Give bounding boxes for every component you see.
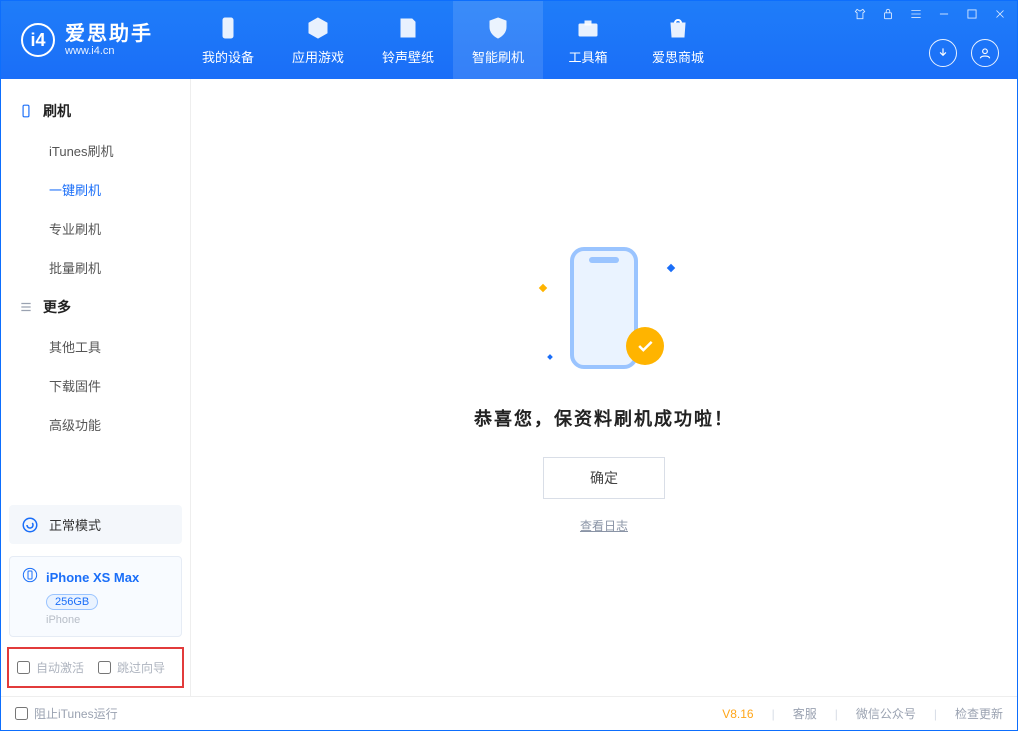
nav-store[interactable]: 爱思商城	[633, 1, 723, 79]
nav-label: 智能刷机	[472, 47, 524, 66]
checkbox-input[interactable]	[17, 661, 30, 674]
sidebar: 刷机 iTunes刷机 一键刷机 专业刷机 批量刷机 更多 其他工具 下载固件 …	[1, 79, 191, 696]
phone-circle-icon	[22, 567, 38, 588]
status-bar: 阻止iTunes运行 V8.16 | 客服 | 微信公众号 | 检查更新	[1, 696, 1017, 730]
heading-label: 刷机	[43, 101, 71, 121]
device-icon	[215, 15, 241, 41]
titlebar: i4 爱思助手 www.i4.cn 我的设备 应用游戏 铃声壁纸 智能刷机	[1, 1, 1017, 79]
checkbox-label: 阻止iTunes运行	[34, 705, 118, 722]
nav-my-device[interactable]: 我的设备	[183, 1, 273, 79]
logo-badge-icon: i4	[21, 23, 55, 57]
status-link-update[interactable]: 检查更新	[955, 705, 1003, 722]
success-illustration	[534, 241, 674, 381]
device-type: iPhone	[46, 614, 169, 626]
header-actions	[929, 39, 999, 67]
app-logo: i4 爱思助手 www.i4.cn	[1, 1, 173, 79]
minimize-button[interactable]	[935, 5, 953, 23]
close-button[interactable]	[991, 5, 1009, 23]
list-icon	[19, 300, 33, 314]
device-capacity-chip: 256GB	[46, 594, 98, 610]
app-window: i4 爱思助手 www.i4.cn 我的设备 应用游戏 铃声壁纸 智能刷机	[0, 0, 1018, 731]
shield-refresh-icon	[485, 15, 511, 41]
shopping-bag-icon	[665, 15, 691, 41]
checkbox-stop-itunes[interactable]: 阻止iTunes运行	[15, 705, 118, 722]
sidebar-sections: 刷机 iTunes刷机 一键刷机 专业刷机 批量刷机 更多 其他工具 下载固件 …	[1, 79, 190, 497]
checkbox-auto-activate[interactable]: 自动激活	[17, 659, 84, 676]
nav-label: 爱思商城	[652, 47, 704, 66]
nav-label: 铃声壁纸	[382, 47, 434, 66]
account-button[interactable]	[971, 39, 999, 67]
app-title-cn: 爱思助手	[65, 23, 153, 45]
connected-device-card[interactable]: iPhone XS Max 256GB iPhone	[9, 556, 182, 637]
sparkle-icon	[667, 264, 675, 272]
sparkle-icon	[547, 354, 553, 360]
version-label: V8.16	[722, 707, 753, 721]
nav-toolbox[interactable]: 工具箱	[543, 1, 633, 79]
shirt-icon[interactable]	[851, 5, 869, 23]
cube-icon	[305, 15, 331, 41]
nav-label: 工具箱	[568, 47, 607, 66]
success-headline: 恭喜您，保资料刷机成功啦！	[474, 405, 734, 431]
sidebar-item-pro-flash[interactable]: 专业刷机	[1, 209, 190, 248]
refresh-circle-icon	[21, 516, 39, 534]
window-controls	[851, 5, 1009, 23]
nav-label: 我的设备	[202, 47, 254, 66]
lock-icon[interactable]	[879, 5, 897, 23]
sparkle-icon	[539, 284, 547, 292]
sidebar-item-other-tools[interactable]: 其他工具	[1, 327, 190, 366]
menu-icon[interactable]	[907, 5, 925, 23]
main-nav: 我的设备 应用游戏 铃声壁纸 智能刷机 工具箱 爱思商城	[183, 1, 723, 79]
sidebar-item-advanced[interactable]: 高级功能	[1, 405, 190, 444]
checkbox-label: 跳过向导	[117, 659, 165, 676]
sidebar-item-itunes-flash[interactable]: iTunes刷机	[1, 131, 190, 170]
device-mode-label: 正常模式	[49, 515, 101, 534]
sidebar-heading-more: 更多	[1, 287, 190, 327]
status-link-support[interactable]: 客服	[793, 705, 817, 722]
nav-ringtones[interactable]: 铃声壁纸	[363, 1, 453, 79]
app-title: 爱思助手 www.i4.cn	[65, 23, 153, 57]
nav-flash[interactable]: 智能刷机	[453, 1, 543, 79]
phone-outline-icon	[19, 104, 33, 118]
checkbox-skip-guide[interactable]: 跳过向导	[98, 659, 165, 676]
main-panel: 恭喜您，保资料刷机成功啦！ 确定 查看日志	[191, 79, 1017, 696]
view-log-link[interactable]: 查看日志	[580, 517, 628, 534]
toolbox-icon	[575, 15, 601, 41]
status-link-wechat[interactable]: 微信公众号	[856, 705, 916, 722]
app-title-en: www.i4.cn	[65, 45, 153, 57]
sidebar-item-oneclick-flash[interactable]: 一键刷机	[1, 170, 190, 209]
nav-label: 应用游戏	[292, 47, 344, 66]
ok-button[interactable]: 确定	[543, 457, 665, 499]
content-area: 刷机 iTunes刷机 一键刷机 专业刷机 批量刷机 更多 其他工具 下载固件 …	[1, 79, 1017, 696]
device-mode-card[interactable]: 正常模式	[9, 505, 182, 544]
maximize-button[interactable]	[963, 5, 981, 23]
download-button[interactable]	[929, 39, 957, 67]
nav-apps[interactable]: 应用游戏	[273, 1, 363, 79]
check-badge-icon	[626, 327, 664, 365]
device-name: iPhone XS Max	[46, 570, 139, 585]
checkbox-label: 自动激活	[36, 659, 84, 676]
flash-options-highlight: 自动激活 跳过向导	[7, 647, 184, 688]
sidebar-heading-flash: 刷机	[1, 91, 190, 131]
music-file-icon	[395, 15, 421, 41]
checkbox-input[interactable]	[98, 661, 111, 674]
heading-label: 更多	[43, 297, 71, 317]
sidebar-item-batch-flash[interactable]: 批量刷机	[1, 248, 190, 287]
checkbox-input[interactable]	[15, 707, 28, 720]
sidebar-item-download-firmware[interactable]: 下载固件	[1, 366, 190, 405]
